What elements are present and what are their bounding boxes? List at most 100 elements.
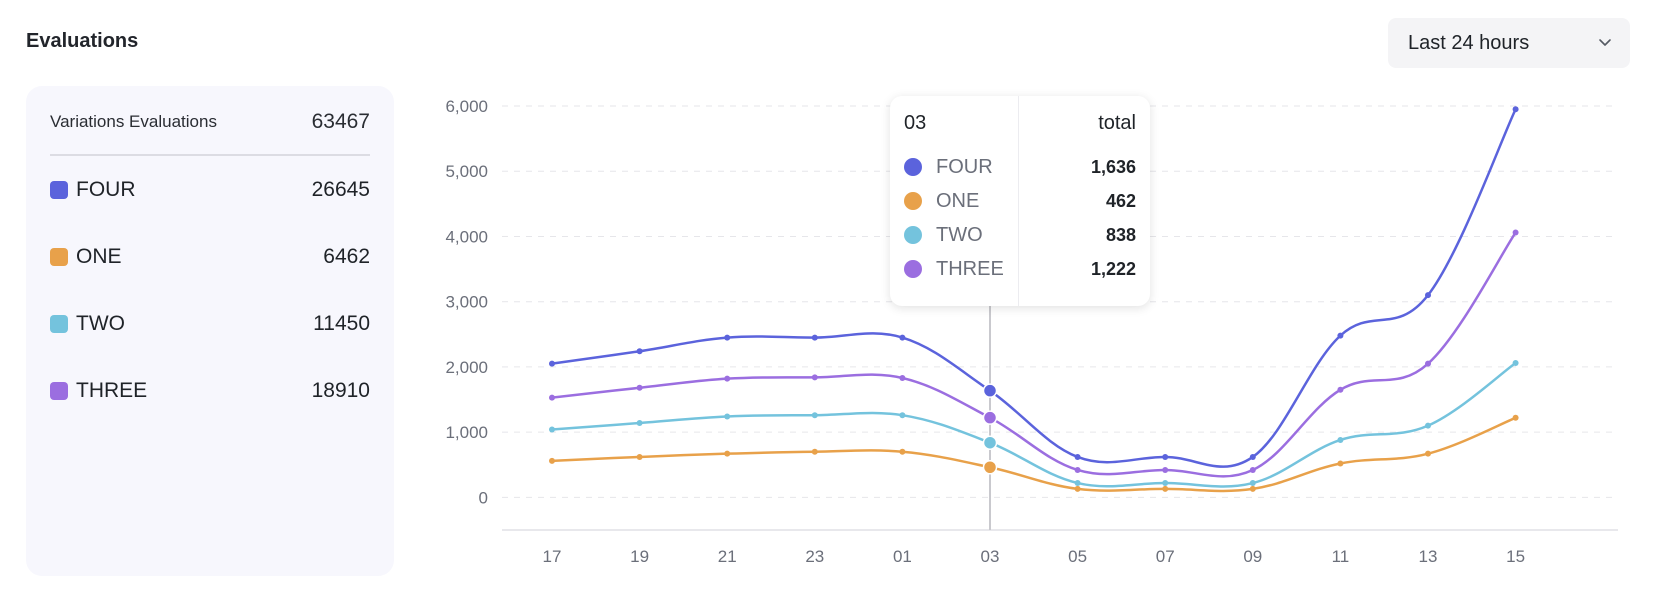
data-point-one — [1425, 450, 1431, 457]
summary-total: 63467 — [311, 110, 370, 133]
data-point-two — [1162, 480, 1169, 487]
data-point-one — [1337, 460, 1344, 467]
chevron-down-icon — [1598, 32, 1612, 55]
summary-row-four: FOUR 26645 — [50, 156, 370, 223]
x-tick-label: 21 — [718, 547, 737, 566]
data-point-two — [1425, 422, 1431, 429]
tooltip-row-three: THREE 1,222 — [904, 254, 1136, 284]
data-point-three — [1249, 466, 1256, 473]
y-tick-label: 1,000 — [445, 423, 488, 442]
tooltip-x-label: 03 — [904, 112, 927, 134]
data-point-three — [549, 394, 555, 401]
data-point-two — [636, 420, 643, 427]
data-point-two — [982, 435, 998, 450]
tooltip-series-value: 1,222 — [1090, 258, 1136, 279]
data-point-two — [1249, 480, 1256, 487]
x-tick-label: 13 — [1419, 547, 1438, 566]
tooltip-swatch — [904, 192, 922, 210]
data-point-three — [1512, 229, 1519, 236]
chart-tooltip: 03 total FOUR 1,636 ONE 462 TWO 838 THRE… — [890, 96, 1150, 306]
x-tick-label: 09 — [1243, 547, 1262, 566]
summary-item-name: ONE — [76, 244, 122, 268]
time-range-select[interactable]: Last 24 hours — [1388, 18, 1630, 68]
page-title: Evaluations — [26, 30, 139, 52]
data-point-one — [811, 448, 818, 455]
data-point-one — [1074, 485, 1081, 492]
data-point-four — [899, 334, 906, 341]
legend-swatch — [50, 247, 68, 266]
data-point-four — [1074, 453, 1081, 460]
tooltip-series-value: 462 — [1105, 190, 1136, 211]
data-point-one — [549, 457, 555, 464]
data-point-four — [1162, 453, 1169, 460]
summary-item-value: 6462 — [323, 244, 370, 268]
tooltip-total-label: total — [1098, 112, 1136, 134]
tooltip-series-name: THREE — [936, 257, 1004, 280]
tooltip-series-name: TWO — [936, 223, 983, 246]
tooltip-row-one: ONE 462 — [904, 186, 1136, 216]
data-point-three — [724, 375, 731, 382]
tooltip-series-name: ONE — [936, 189, 980, 212]
data-point-two — [549, 426, 555, 433]
summary-item-name: FOUR — [76, 177, 136, 201]
summary-item-value: 26645 — [311, 177, 370, 201]
tooltip-series-name: FOUR — [936, 155, 993, 178]
summary-heading: Variations Evaluations — [50, 112, 217, 131]
x-tick-label: 19 — [630, 547, 649, 566]
data-point-one — [1512, 414, 1519, 421]
x-tick-label: 01 — [893, 547, 912, 566]
data-point-two — [1074, 480, 1081, 487]
x-tick-label: 17 — [543, 547, 562, 566]
data-point-four — [811, 334, 818, 341]
summary-item-name: TWO — [76, 311, 125, 335]
data-point-four — [982, 383, 998, 398]
tooltip-header: 03 total — [904, 112, 1136, 135]
data-point-two — [811, 412, 818, 419]
data-point-three — [982, 410, 998, 425]
data-point-one — [636, 453, 643, 460]
summary-row-three: THREE 18910 — [50, 357, 370, 424]
data-point-three — [1425, 360, 1431, 367]
data-point-two — [1512, 360, 1519, 367]
data-point-one — [899, 448, 906, 455]
summary-row-two: TWO 11450 — [50, 290, 370, 357]
summary-row-one: ONE 6462 — [50, 223, 370, 290]
data-point-four — [1425, 292, 1431, 299]
x-tick-label: 15 — [1506, 547, 1525, 566]
tooltip-series-value: 838 — [1105, 224, 1136, 245]
summary-item-name: THREE — [76, 378, 148, 402]
x-tick-label: 23 — [805, 547, 824, 566]
data-point-three — [811, 374, 818, 381]
y-tick-label: 0 — [479, 488, 488, 507]
data-point-one — [982, 459, 998, 475]
y-tick-label: 4,000 — [445, 227, 488, 246]
data-point-four — [636, 348, 643, 355]
data-point-two — [724, 413, 731, 420]
tooltip-row-four: FOUR 1,636 — [904, 152, 1136, 182]
tooltip-row-two: TWO 838 — [904, 220, 1136, 250]
summary-item-value: 11450 — [313, 311, 370, 335]
tooltip-swatch — [904, 260, 922, 278]
y-tick-label: 2,000 — [445, 358, 488, 377]
data-point-one — [1162, 485, 1169, 492]
y-tick-label: 5,000 — [445, 162, 488, 181]
data-point-four — [549, 360, 555, 367]
legend-swatch — [50, 314, 68, 333]
tooltip-swatch — [904, 158, 922, 176]
data-point-two — [899, 412, 906, 419]
tooltip-series-value: 1,636 — [1090, 156, 1136, 177]
data-point-four — [1337, 332, 1344, 339]
x-tick-label: 05 — [1068, 547, 1087, 566]
data-point-four — [1249, 453, 1256, 460]
summary-item-value: 18910 — [311, 378, 370, 402]
data-point-one — [724, 450, 731, 457]
data-point-two — [1337, 436, 1344, 443]
data-point-four — [1512, 106, 1519, 113]
summary-header: Variations Evaluations 63467 — [50, 106, 370, 156]
data-point-three — [1074, 466, 1081, 473]
legend-swatch — [50, 381, 68, 400]
data-point-three — [1337, 386, 1344, 393]
legend-swatch — [50, 180, 68, 199]
x-tick-label: 07 — [1156, 547, 1175, 566]
x-tick-label: 11 — [1332, 547, 1350, 566]
